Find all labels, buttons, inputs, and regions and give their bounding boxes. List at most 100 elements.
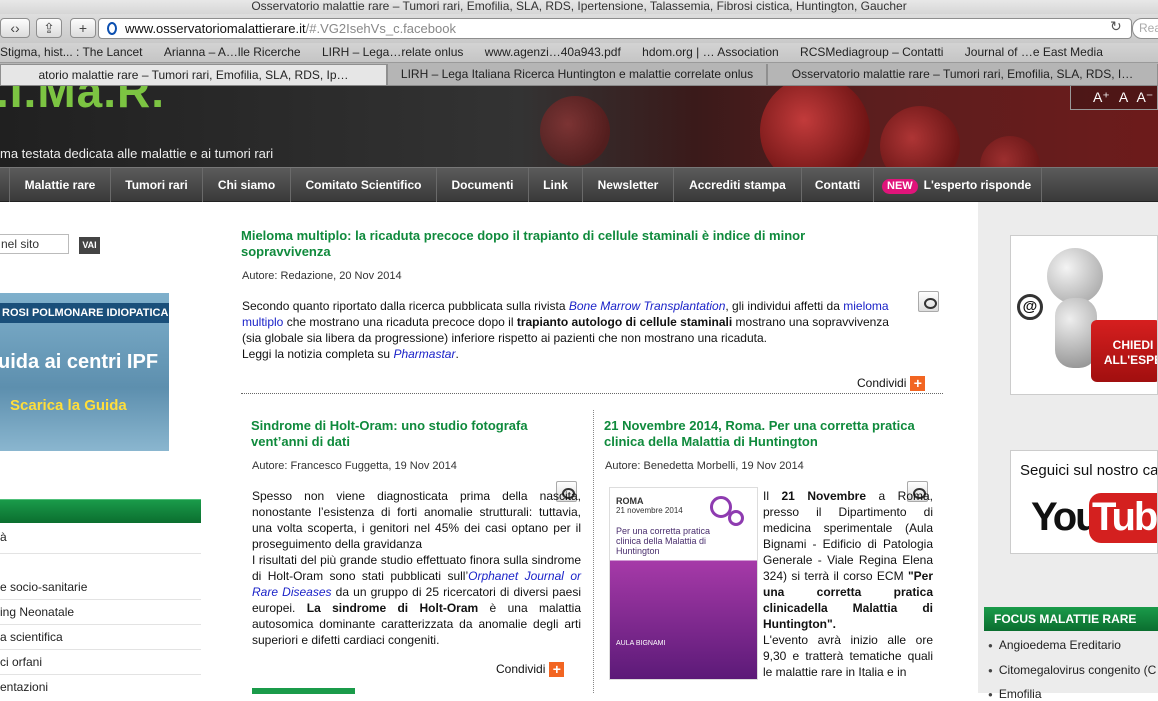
article-text: .	[455, 347, 459, 361]
nav-accrediti-stampa[interactable]: Accrediti stampa	[674, 168, 802, 202]
share-label: Condividi	[496, 662, 546, 676]
tab-bar: atorio malattie rare – Tumori rari, Emof…	[0, 63, 1158, 86]
nav-esperto-risponde[interactable]: NEW L'esperto risponde	[874, 168, 1042, 202]
virus-graphic	[540, 96, 610, 166]
bookmark-item[interactable]: Arianna – A…lle Ricerche	[164, 43, 301, 62]
font-size-controls[interactable]: A⁺ A A⁻	[1070, 86, 1158, 110]
article-text: Il	[763, 489, 782, 503]
sidebar-menu-item[interactable]: entazioni	[0, 680, 48, 694]
sidebar-menu-item[interactable]: e socio-sanitarie	[0, 580, 87, 594]
youtube-logo-tube: Tube	[1089, 493, 1157, 543]
virus-graphic	[980, 136, 1040, 167]
article-title[interactable]: Mieloma multiplo: la ricaduta precoce do…	[241, 228, 881, 260]
bookmarks-bar: Stigma, hist... : The Lancet Arianna – A…	[0, 43, 1158, 63]
article-text: L'evento avrà inizio alle ore 9,30 e tra…	[763, 633, 933, 679]
tab-osservatorio-1[interactable]: atorio malattie rare – Tumori rari, Emof…	[0, 64, 387, 85]
nav-esperto-label: L'esperto risponde	[923, 178, 1032, 192]
share-button[interactable]: Condividi +	[857, 376, 926, 392]
sidebar-menu-header	[0, 499, 201, 523]
tab-osservatorio-2[interactable]: Osservatorio malattie rare – Tumori rari…	[767, 64, 1158, 85]
site-header: .I.Ma.R. ma testata dedicata alle malatt…	[0, 86, 1158, 167]
sidebar-menu-item[interactable]: à	[0, 530, 7, 544]
main-nav: Malattie rare Tumori rari Chi siamo Comi…	[0, 167, 1158, 202]
nav-contatti[interactable]: Contatti	[802, 168, 874, 202]
nav-link[interactable]: Link	[529, 168, 583, 202]
sidebar-menu-item[interactable]: ci orfani	[0, 655, 42, 669]
nav-newsletter[interactable]: Newsletter	[583, 168, 674, 202]
article-text: che mostrano una ricaduta precoce dopo i…	[283, 315, 517, 329]
article-bold: trapianto autologo di cellule staminali	[516, 315, 733, 329]
focus-header: FOCUS MALATTIE RARE	[984, 607, 1158, 631]
article-title[interactable]: 21 Novembre 2014, Roma. Per una corretta…	[604, 418, 934, 450]
share-label: Condividi	[857, 376, 907, 390]
divider	[0, 624, 201, 625]
journal-link[interactable]: Bone Marrow Transplantation	[569, 299, 726, 313]
youtube-logo-you: You	[1031, 495, 1100, 539]
new-badge: NEW	[882, 179, 918, 194]
bookmark-item[interactable]: Stigma, hist... : The Lancet	[0, 43, 143, 62]
bookmark-item[interactable]: LIRH – Lega…relate onlus	[322, 43, 463, 62]
bookmark-item[interactable]: hdom.org | … Association	[642, 43, 779, 62]
article-bold: La sindrome di Holt-Oram	[306, 601, 479, 615]
ipf-banner-title: uida ai centri IPF	[0, 351, 159, 373]
address-bar[interactable]: www.osservatoriomalattierare.it/#.VG2Ise…	[98, 18, 1132, 39]
virus-graphic	[880, 106, 960, 167]
browser-search-field[interactable]: Rea	[1132, 18, 1158, 39]
plus-icon: +	[910, 376, 926, 392]
ipf-banner-band: ROSI POLMONARE IDIOPATICA	[0, 303, 169, 323]
back-forward-button[interactable]: ‹›	[0, 18, 30, 38]
poster-title: Per una corretta pratica clinica della M…	[616, 526, 711, 556]
ipf-guide-banner[interactable]: ROSI POLMONARE IDIOPATICA uida ai centri…	[0, 293, 169, 451]
print-icon[interactable]	[918, 291, 939, 312]
ask-expert-banner[interactable]: @ CHIEDI ALL'ESPE	[1010, 235, 1158, 395]
divider	[0, 599, 201, 600]
article-bold: 21 Novembre	[781, 489, 867, 503]
url-main: www.osservatoriomalattierare.it	[125, 21, 306, 36]
article-body: Spesso non viene diagnosticata prima del…	[252, 488, 581, 648]
new-tab-button[interactable]: +	[70, 18, 96, 38]
bookmark-item[interactable]: www.agenzi…40a943.pdf	[485, 43, 621, 62]
sidebar-menu-item[interactable]: a scientifica	[0, 630, 63, 644]
sidebar-menu-item[interactable]: ing Neonatale	[0, 605, 74, 619]
tab-lirh[interactable]: LIRH – Lega Italiana Ricerca Huntington …	[387, 64, 767, 85]
divider	[0, 649, 201, 650]
site-search-input[interactable]: nel sito	[0, 234, 69, 254]
article-text: Secondo quanto riportato dalla ricerca p…	[242, 299, 569, 313]
column-divider	[593, 410, 594, 693]
url-hash: /#.VG2IsehVs_c.facebook	[305, 21, 456, 36]
article-title[interactable]: Sindrome di Holt-Oram: uno studio fotogr…	[251, 418, 581, 450]
share-button[interactable]: Condividi +	[496, 662, 565, 678]
nav-tumori-rari[interactable]: Tumori rari	[111, 168, 203, 202]
youtube-banner[interactable]: Seguici sul nostro can You Tube	[1010, 450, 1158, 554]
article-text: , gli individui affetti da	[725, 299, 844, 313]
pharmastar-link[interactable]: Pharmastar	[393, 347, 455, 361]
virus-graphic	[760, 86, 870, 167]
share-icon[interactable]: ⇪	[36, 18, 62, 38]
nav-chi-siamo[interactable]: Chi siamo	[203, 168, 291, 202]
poster-date: 21 novembre 2014	[616, 506, 683, 515]
read-more-button[interactable]	[252, 688, 355, 694]
event-poster-image[interactable]: ROMA 21 novembre 2014 Per una corretta p…	[609, 487, 758, 680]
at-sign-icon: @	[1017, 294, 1043, 320]
bookmark-item[interactable]: RCSMediagroup – Contatti	[800, 43, 943, 62]
nav-malattie-rare[interactable]: Malattie rare	[10, 168, 111, 202]
site-logo[interactable]: .I.Ma.R.	[0, 86, 165, 118]
bookmark-item[interactable]: Journal of …e East Media	[965, 43, 1103, 62]
site-favicon-icon	[107, 22, 117, 35]
article-body: Secondo quanto riportato dalla ricerca p…	[242, 298, 910, 362]
search-go-button[interactable]: VAI	[79, 237, 100, 254]
nav-spacer	[0, 168, 10, 202]
article-text: Leggi la notizia completa su	[242, 347, 394, 361]
youtube-follow-text: Seguici sul nostro can	[1020, 462, 1158, 479]
browser-toolbar: ‹› ⇪ + www.osservatoriomalattierare.it/#…	[0, 14, 1158, 43]
poster-aula: AULA BIGNAMI	[616, 640, 666, 647]
ipf-banner-download: Scarica la Guida	[10, 397, 127, 414]
focus-item[interactable]: Emofilia	[988, 687, 1042, 701]
focus-item[interactable]: Citomegalovirus congenito (C	[988, 663, 1156, 677]
nav-comitato-scientifico[interactable]: Comitato Scientifico	[291, 168, 437, 202]
nav-documenti[interactable]: Documenti	[437, 168, 529, 202]
reload-icon[interactable]: ↻	[1110, 18, 1122, 35]
figure-head	[1047, 248, 1103, 304]
window-title: Osservatorio malattie rare – Tumori rari…	[0, 0, 1158, 14]
focus-item[interactable]: Angioedema Ereditario	[988, 638, 1121, 652]
